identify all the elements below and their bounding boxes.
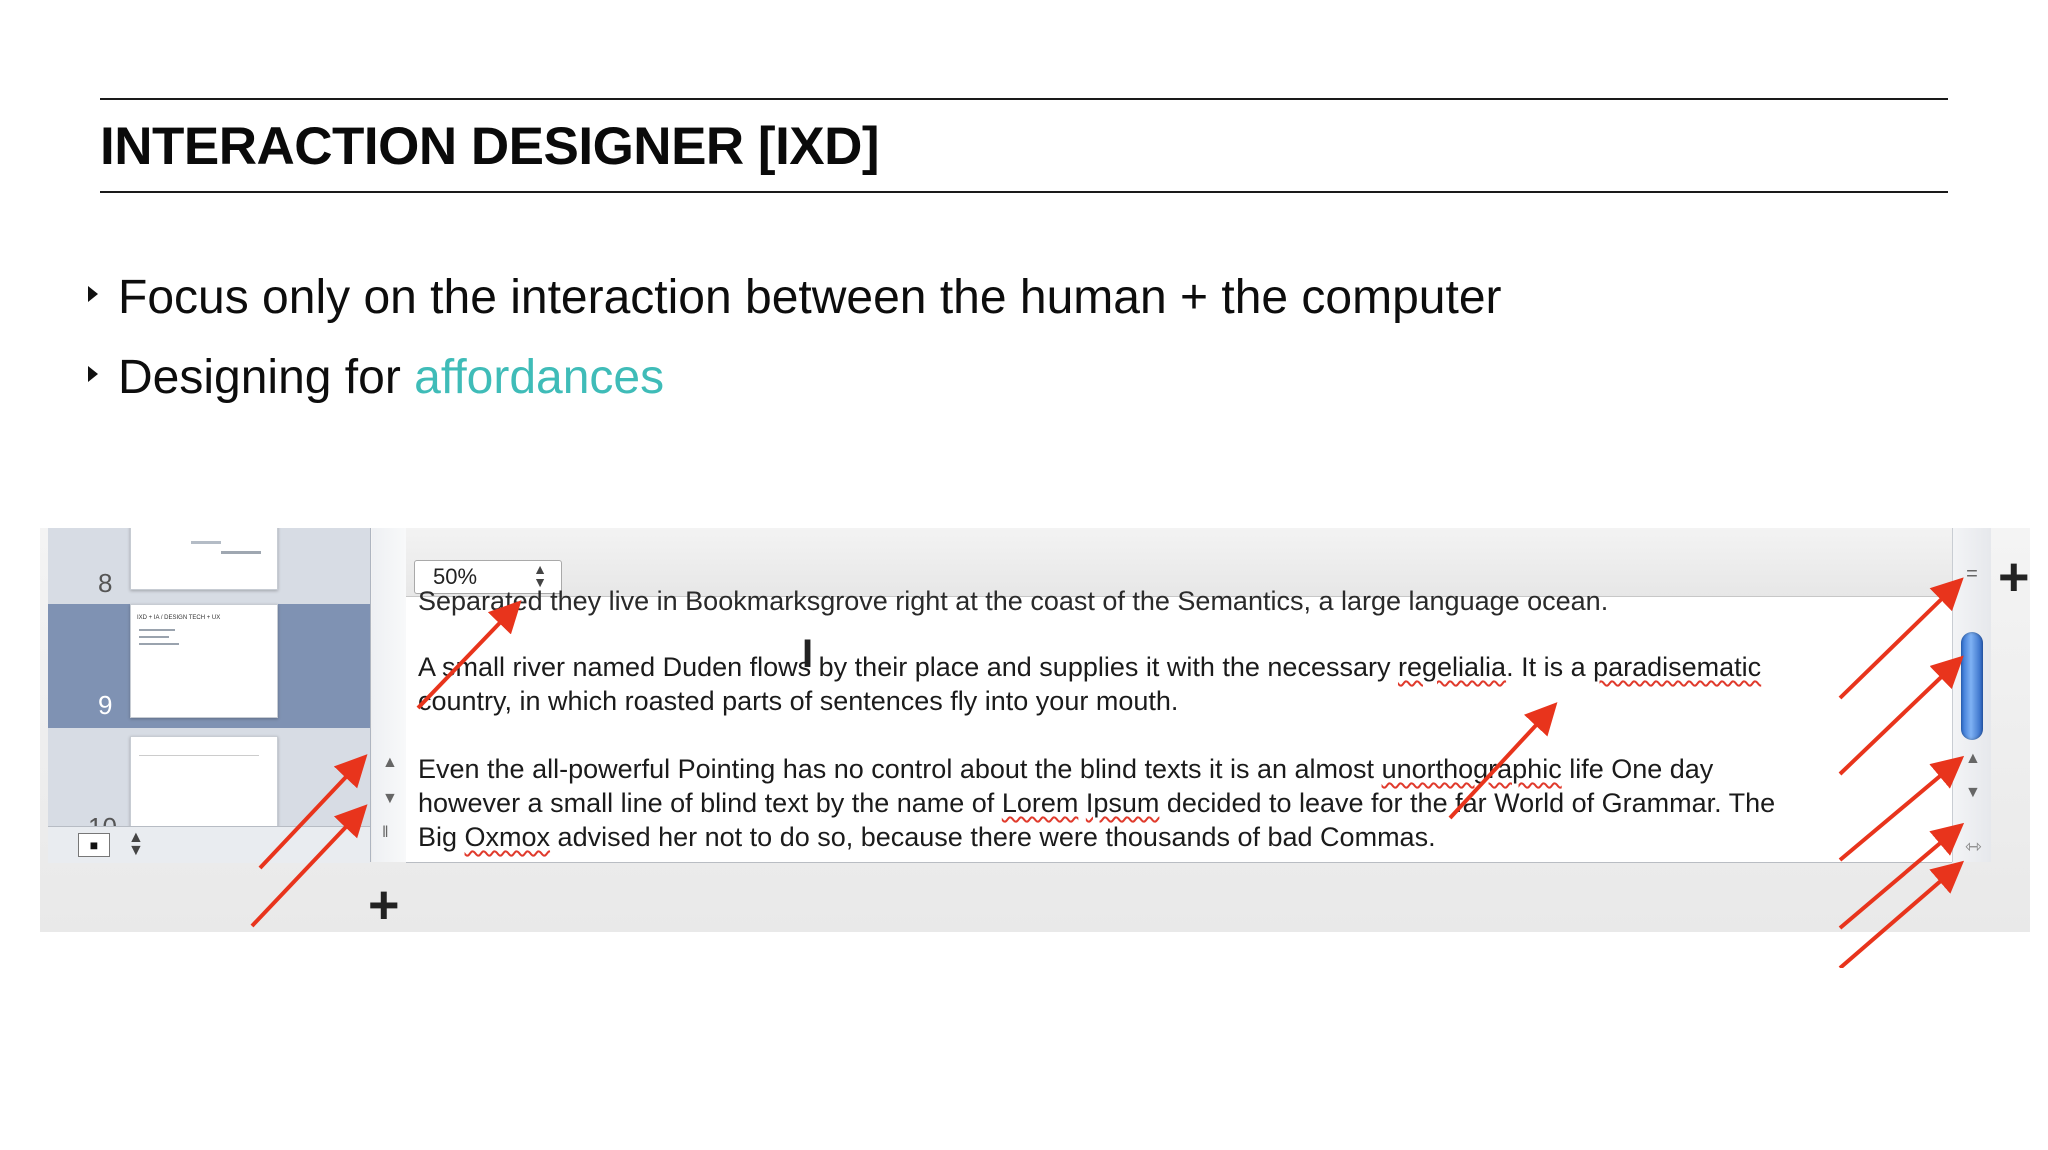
bullet-1: Focus only on the interaction between th… [88,270,1502,325]
annotation-arrow [250,804,368,928]
annotation-arrow [416,600,522,710]
title-underline [100,191,1948,193]
annotation-arrow [1838,860,1965,968]
annotation-arrow [1838,577,1964,700]
slide-title: INTERACTION DESIGNER [IXD] [100,117,880,176]
top-rule [100,98,1948,100]
annotation-arrow [258,754,368,870]
bullet-triangle-icon [88,286,98,303]
annotation-arrow [1838,655,1964,776]
bullet-2-prefix: Designing for [118,351,415,404]
annotation-arrow [1448,702,1558,820]
annotation-arrows [250,577,1965,968]
affordances-link[interactable]: affordances [414,351,664,404]
bullet-triangle-icon [88,366,98,383]
bullet-1-text: Focus only on the interaction between th… [118,271,1502,324]
app-screenshot: 8 IXD + IA / DESIGN TECH + UX 9 10 ■ ▲▼ … [40,528,2030,968]
bullet-2: Designing for affordances [88,350,664,405]
